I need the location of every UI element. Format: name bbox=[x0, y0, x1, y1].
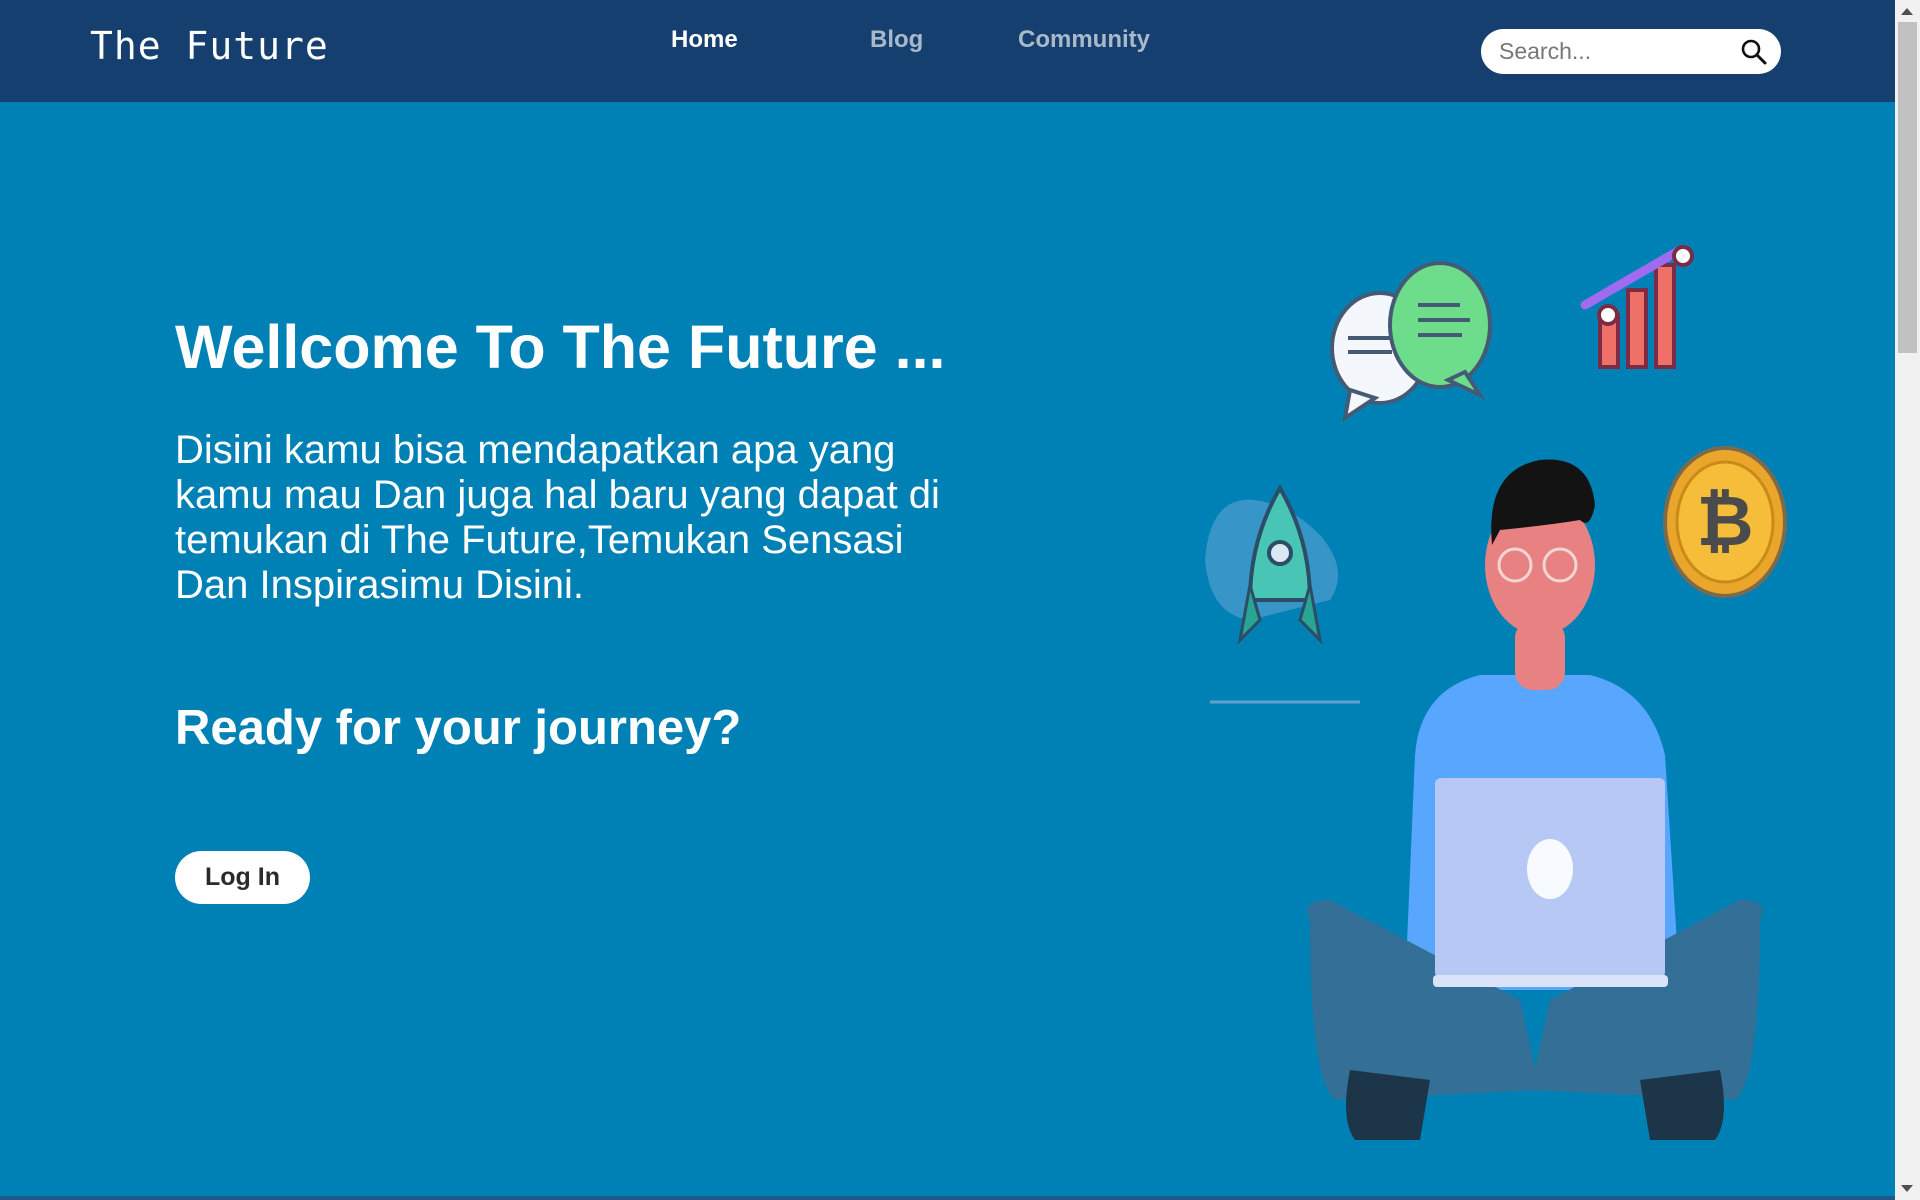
navbar: The Future Home Blog Community bbox=[0, 0, 1895, 102]
search-input[interactable] bbox=[1499, 37, 1729, 66]
search-box bbox=[1481, 29, 1781, 74]
search-icon[interactable] bbox=[1740, 38, 1767, 65]
rocket-icon bbox=[1205, 483, 1360, 704]
nav-blog[interactable]: Blog bbox=[870, 26, 923, 54]
scroll-up-icon[interactable] bbox=[1901, 8, 1913, 15]
hero-description: Disini kamu bisa mendapatkan apa yang ka… bbox=[175, 428, 940, 607]
growth-chart-icon bbox=[1580, 245, 1694, 369]
login-button[interactable]: Log In bbox=[175, 851, 310, 904]
scroll-thumb[interactable] bbox=[1898, 22, 1917, 353]
hero-question: Ready for your journey? bbox=[175, 701, 742, 755]
page-scrollbar[interactable] bbox=[1895, 0, 1920, 1200]
bottom-border bbox=[0, 1196, 1895, 1200]
nav-community[interactable]: Community bbox=[1018, 26, 1150, 54]
svg-text:₿: ₿ bbox=[1696, 480, 1753, 562]
nav-home[interactable]: Home bbox=[671, 26, 738, 54]
hero-illustration: ₿ bbox=[1205, 245, 1787, 1140]
bitcoin-coin-icon: ₿ bbox=[1663, 446, 1787, 598]
scroll-down-icon[interactable] bbox=[1901, 1185, 1913, 1192]
hero-title: Wellcome To The Future ... bbox=[175, 313, 946, 381]
chat-bubbles-icon bbox=[1330, 261, 1492, 423]
